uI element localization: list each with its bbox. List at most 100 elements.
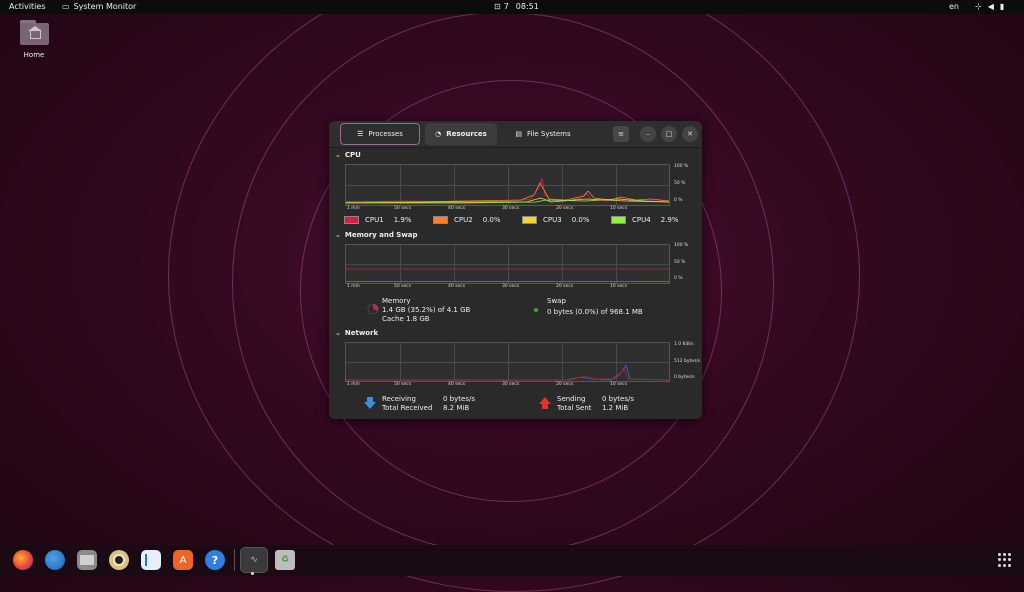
system-monitor-icon[interactable]: ∿	[240, 547, 268, 573]
cpu-x-tick: 10 secs	[610, 206, 628, 211]
network-y-tick: 0 bytes/s	[674, 375, 695, 380]
software-icon[interactable]: A	[173, 550, 193, 570]
home-folder-icon	[19, 20, 49, 46]
cpu-history-lines	[346, 177, 669, 204]
header-bar: ☰ Processes ◔ Resources ▤ File Systems ≡…	[329, 121, 702, 148]
hamburger-menu-button[interactable]: ≡	[613, 126, 629, 142]
memory-x-tick: 40 secs	[448, 284, 466, 289]
rhythmbox-icon[interactable]	[109, 550, 129, 570]
cpu-x-tick: 30 secs	[502, 206, 520, 211]
maximize-button[interactable]: □	[661, 126, 677, 142]
swap-label: Swap	[547, 297, 566, 305]
receiving-value: 0 bytes/s	[443, 395, 475, 403]
minimize-button[interactable]: –	[640, 126, 656, 142]
gauge-icon: ◔	[435, 130, 442, 138]
cpu-title: CPU	[344, 151, 361, 159]
cpu-x-tick: 20 secs	[556, 206, 574, 211]
maximize-icon: □	[665, 130, 673, 138]
close-button[interactable]: ✕	[682, 126, 698, 142]
network-icon: ⊹	[975, 2, 982, 11]
cpu1-label: CPU1	[365, 216, 384, 224]
volume-icon: ◀	[987, 2, 994, 11]
cpu3-legend[interactable]: CPU3 0.0%	[522, 216, 589, 224]
help-icon[interactable]: ?	[205, 550, 225, 570]
memory-graph	[345, 244, 670, 284]
cpu2-legend[interactable]: CPU2 0.0%	[433, 216, 500, 224]
active-app-indicator	[251, 572, 254, 575]
cpu4-value: 2.9%	[660, 216, 679, 224]
memory-x-tick: 50 secs	[394, 284, 412, 289]
system-monitor-window: ☰ Processes ◔ Resources ▤ File Systems ≡…	[329, 121, 702, 419]
battery-icon: ▮	[999, 2, 1005, 11]
tab-processes-label: Processes	[368, 130, 403, 138]
download-arrow-icon[interactable]	[363, 396, 377, 410]
cpu4-label: CPU4	[632, 216, 651, 224]
swap-pie-icon[interactable]	[534, 308, 538, 312]
notification-icon: ⊡	[494, 2, 501, 11]
trash-icon[interactable]: ♻	[275, 550, 295, 570]
total-sent-label: Total Sent	[557, 404, 592, 412]
memory-x-tick: 30 secs	[502, 284, 520, 289]
tab-resources[interactable]: ◔ Resources	[425, 123, 497, 145]
cpu2-value: 0.0%	[482, 216, 501, 224]
total-sent-value: 1.2 MiB	[602, 404, 629, 412]
network-x-tick: 30 secs	[502, 382, 520, 387]
receiving-info: Receiving Total Received	[382, 395, 432, 413]
cpu-x-tick: 40 secs	[448, 206, 466, 211]
tab-file-systems[interactable]: ▤ File Systems	[503, 123, 583, 145]
system-tray[interactable]: ⊹ ◀ ▮	[975, 0, 1004, 14]
network-section-header[interactable]: ⌄ Network	[335, 329, 378, 337]
home-desktop-icon[interactable]: Home	[18, 20, 50, 59]
dock-separator	[234, 549, 235, 571]
cpu4-color-swatch[interactable]	[611, 216, 626, 224]
memory-section-header[interactable]: ⌄ Memory and Swap	[335, 231, 418, 239]
cpu-y-tick: 0 %	[674, 198, 683, 203]
clock[interactable]: ⊡ 7 08:51	[494, 0, 539, 14]
upload-arrow-icon[interactable]	[538, 396, 552, 410]
cpu1-value: 1.9%	[393, 216, 412, 224]
list-icon: ☰	[357, 130, 364, 138]
minimize-icon: –	[646, 130, 650, 138]
cpu2-color-swatch[interactable]	[433, 216, 448, 224]
firefox-icon[interactable]	[13, 550, 33, 570]
cpu-section-header[interactable]: ⌄ CPU	[335, 151, 361, 159]
network-x-tick: 1 min	[347, 382, 360, 387]
tab-processes[interactable]: ☰ Processes	[340, 123, 420, 145]
memory-x-tick: 20 secs	[556, 284, 574, 289]
files-icon[interactable]	[77, 550, 97, 570]
show-apps-grid-icon[interactable]	[998, 553, 1012, 567]
swap-info: Swap 0 bytes (0.0%) of 968.1 MB	[547, 297, 643, 317]
total-received-label: Total Received	[382, 404, 433, 412]
app-menu[interactable]: ▭ System Monitor	[62, 0, 136, 14]
cpu2-label: CPU2	[454, 216, 473, 224]
memory-info: Memory 1.4 GB (35.2%) of 4.1 GB Cache 1.…	[382, 297, 470, 324]
cpu-x-tick: 1 min	[347, 206, 360, 211]
cpu3-color-swatch[interactable]	[522, 216, 537, 224]
activities-button[interactable]: Activities	[9, 0, 46, 14]
sending-info: Sending Total Sent	[557, 395, 592, 413]
notification-count: 7	[503, 2, 509, 11]
sending-values: 0 bytes/s 1.2 MiB	[602, 395, 634, 413]
memory-cache: Cache 1.8 GB	[382, 315, 430, 323]
network-graph	[345, 342, 670, 382]
memory-pie-icon[interactable]	[367, 303, 379, 315]
chevron-down-icon: ⌄	[335, 329, 341, 337]
close-icon: ✕	[687, 130, 693, 138]
app-name: System Monitor	[73, 2, 137, 11]
menu-icon: ≡	[618, 130, 624, 138]
memory-x-tick: 1 min	[347, 284, 360, 289]
cpu4-legend[interactable]: CPU4 2.9%	[611, 216, 678, 224]
memory-label: Memory	[382, 297, 411, 305]
thunderbird-icon[interactable]	[45, 550, 65, 570]
memory-y-tick: 50 %	[674, 260, 686, 265]
receiving-label: Receiving	[382, 395, 416, 403]
writer-icon[interactable]	[141, 550, 161, 570]
language-indicator[interactable]: en	[949, 0, 959, 14]
swap-value: 0 bytes (0.0%) of 968.1 MB	[547, 308, 643, 316]
tab-file-systems-label: File Systems	[526, 130, 571, 138]
cpu1-color-swatch[interactable]	[344, 216, 359, 224]
memory-y-tick: 100 %	[674, 243, 689, 248]
drive-icon: ▤	[515, 130, 522, 138]
cpu1-legend[interactable]: CPU1 1.9%	[344, 216, 411, 224]
memory-history-lines	[346, 268, 669, 282]
